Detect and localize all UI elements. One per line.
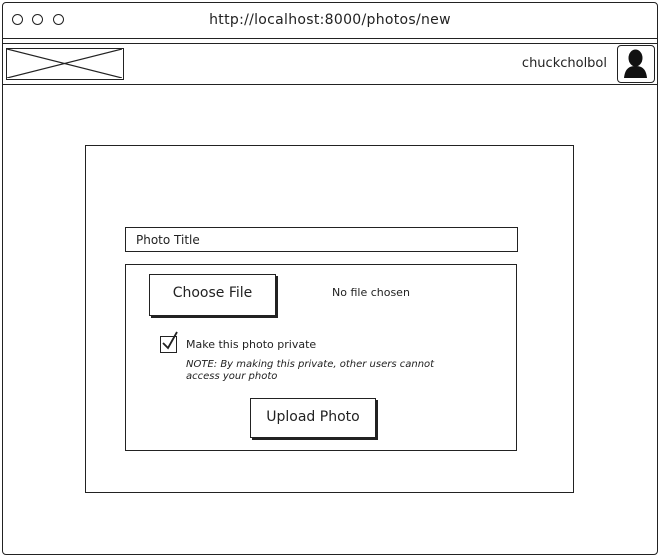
user-avatar[interactable] [617,45,655,83]
private-note: NOTE: By making this private, other user… [186,359,435,382]
private-checkbox-label[interactable]: Make this photo private [186,338,316,351]
choose-file-button[interactable]: Choose File [149,274,276,316]
site-navbar: chuckcholbol [3,43,657,85]
upload-photo-button[interactable]: Upload Photo [250,398,376,438]
checkmark-icon [162,331,178,350]
address-bar-url[interactable]: http://localhost:8000/photos/new [3,12,657,28]
user-silhouette-icon [624,49,647,78]
image-placeholder-icon [7,49,122,78]
browser-titlebar: http://localhost:8000/photos/new [3,3,657,39]
username-label[interactable]: chuckcholbol [522,56,607,71]
no-file-chosen-text: No file chosen [332,286,410,299]
photo-title-input[interactable]: Photo Title [125,227,518,252]
logo-placeholder[interactable] [6,48,124,80]
private-checkbox[interactable] [160,331,178,353]
